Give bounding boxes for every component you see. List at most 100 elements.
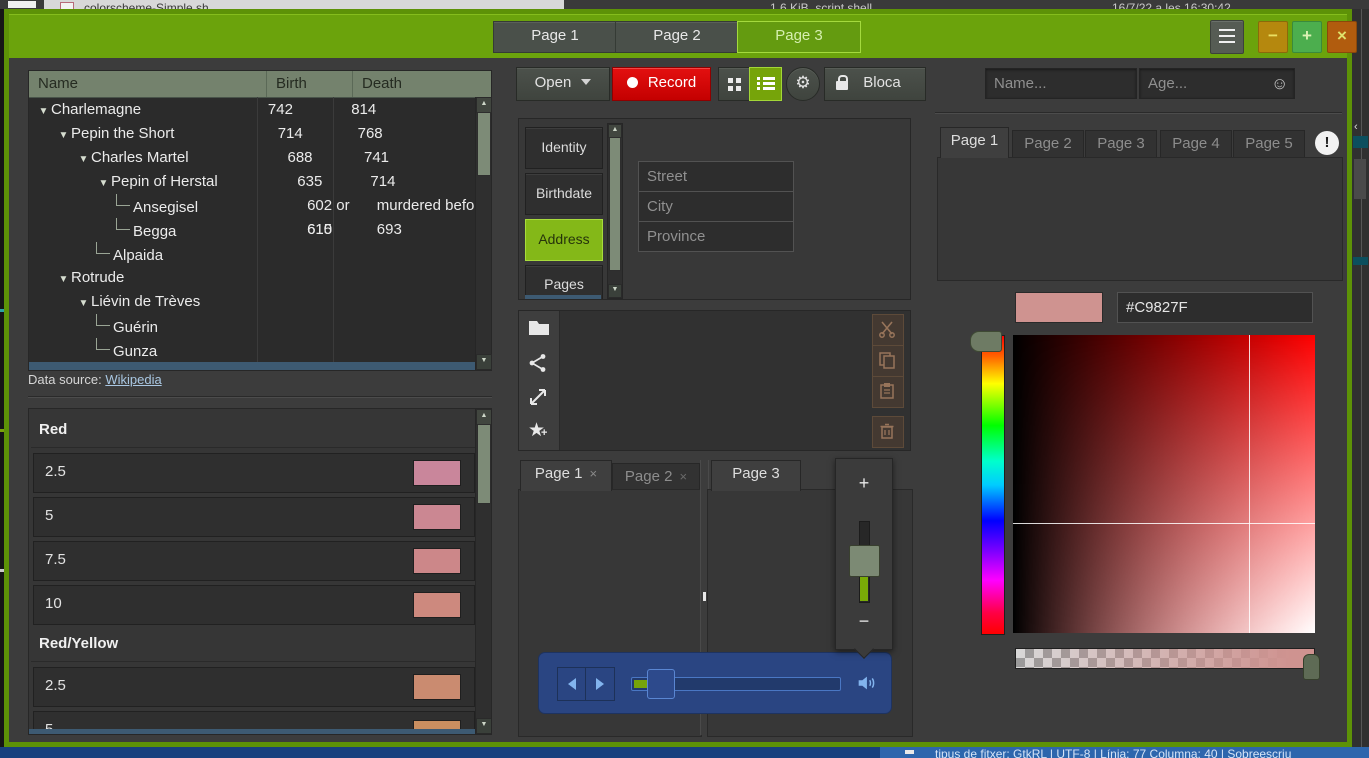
- delete-button[interactable]: [872, 416, 904, 448]
- tree-row[interactable]: ▼Rotrude: [29, 266, 491, 290]
- tree-row[interactable]: ▼Liévin de Trèves: [29, 290, 491, 314]
- share-icon[interactable]: [528, 353, 550, 375]
- next-icon: [596, 678, 604, 690]
- expander-icon[interactable]: ▼: [56, 124, 71, 146]
- expander-icon[interactable]: ▼: [76, 292, 91, 314]
- column-divider[interactable]: [333, 97, 334, 362]
- expander-icon[interactable]: ▼: [76, 148, 91, 170]
- wikipedia-link[interactable]: Wikipedia: [105, 372, 161, 387]
- alpha-slider-handle[interactable]: [1303, 654, 1320, 680]
- inspector-tab-page1[interactable]: Page 1: [940, 127, 1009, 158]
- hue-slider-handle[interactable]: [970, 331, 1002, 352]
- star-new-icon[interactable]: ★+: [528, 419, 550, 441]
- sidebar-item-identity[interactable]: Identity: [525, 127, 603, 169]
- grid-view-button[interactable]: [718, 67, 751, 101]
- splitter-handle[interactable]: [703, 592, 706, 601]
- sidebar-scrollbar[interactable]: ▲ ▼: [607, 123, 623, 299]
- inspector-tab-content: [937, 157, 1343, 281]
- status-dash: [905, 750, 914, 754]
- tab-page2[interactable]: Page 2×: [612, 463, 700, 492]
- expander-icon[interactable]: ▼: [56, 268, 71, 290]
- list-item[interactable]: 2.5: [33, 667, 475, 707]
- tree-row[interactable]: Alpaida: [29, 242, 491, 266]
- city-field[interactable]: [638, 191, 794, 222]
- volume-slider-handle[interactable]: [849, 545, 880, 577]
- sidebar-item-birthdate[interactable]: Birthdate: [525, 173, 603, 215]
- tree-row[interactable]: Gunza: [29, 338, 491, 362]
- tab-page3[interactable]: Page 3: [711, 460, 801, 491]
- scroll-up-button[interactable]: ▲: [476, 97, 492, 113]
- expander-icon[interactable]: ▼: [96, 172, 111, 194]
- list-scrollbar[interactable]: ▲ ▼: [475, 409, 491, 734]
- inspector-tab-page5[interactable]: Page 5: [1233, 130, 1305, 159]
- tree-row[interactable]: ▼Charlemagne742814: [29, 98, 491, 122]
- tab-close-icon[interactable]: ×: [679, 469, 687, 484]
- file-checkbox: [8, 1, 36, 8]
- volume-decrease-button[interactable]: −: [836, 611, 892, 632]
- column-divider[interactable]: [257, 97, 258, 362]
- gear-icon: ⚙: [795, 73, 810, 92]
- list-view-button[interactable]: [749, 67, 782, 101]
- tree-row[interactable]: Guérin: [29, 314, 491, 338]
- record-button[interactable]: Record: [612, 67, 711, 101]
- volume-icon[interactable]: [855, 672, 877, 699]
- tree-row[interactable]: ▼Pepin of Herstal635714: [29, 170, 491, 194]
- inspector-tab-page2[interactable]: Page 2: [1012, 130, 1084, 159]
- column-header-birth[interactable]: Birth: [267, 71, 353, 97]
- list-item[interactable]: 2.5: [33, 453, 475, 493]
- alpha-slider[interactable]: [1015, 648, 1315, 669]
- province-field[interactable]: [638, 221, 794, 252]
- tree-row[interactable]: Ansegisel602 or 610murdered before 679: [29, 194, 491, 218]
- expander-icon[interactable]: ▼: [36, 100, 51, 122]
- scroll-down-button[interactable]: ▼: [608, 284, 622, 298]
- saturation-value-area[interactable]: [1013, 335, 1315, 633]
- scroll-up-button[interactable]: ▲: [476, 409, 492, 425]
- header-tab-page3[interactable]: Page 3: [737, 21, 861, 53]
- warning-icon[interactable]: !: [1315, 131, 1339, 155]
- tree-row[interactable]: ▼Pepin the Short714768: [29, 122, 491, 146]
- cut-button[interactable]: [872, 314, 904, 346]
- tree-row[interactable]: Begga615693: [29, 218, 491, 242]
- hex-color-input[interactable]: [1117, 292, 1313, 323]
- tree-scrollbar[interactable]: ▲ ▼: [475, 97, 491, 370]
- previous-button[interactable]: [557, 667, 587, 701]
- scroll-up-button[interactable]: ▲: [608, 124, 622, 138]
- list-item[interactable]: 10: [33, 585, 475, 625]
- scroll-down-button[interactable]: ▼: [476, 718, 492, 734]
- inspector-tab-page4[interactable]: Page 4: [1160, 130, 1232, 159]
- name-input[interactable]: [985, 68, 1137, 99]
- tab-page1[interactable]: Page 1×: [520, 460, 612, 491]
- scrollbar-thumb[interactable]: [477, 112, 491, 176]
- next-button[interactable]: [585, 667, 615, 701]
- scroll-down-button[interactable]: ▼: [476, 354, 492, 370]
- settings-button[interactable]: ⚙: [786, 67, 820, 101]
- lock-button[interactable]: Bloca: [824, 67, 926, 101]
- volume-increase-button[interactable]: +: [836, 473, 892, 494]
- hue-slider[interactable]: [981, 335, 1005, 635]
- open-button[interactable]: Open: [516, 67, 610, 101]
- list-item[interactable]: 7.5: [33, 541, 475, 581]
- seek-slider-handle[interactable]: [647, 669, 675, 699]
- sidebar-item-address[interactable]: Address: [525, 219, 603, 261]
- tree-row[interactable]: ▼Charles Martel688741: [29, 146, 491, 170]
- maximize-button[interactable]: +: [1292, 21, 1322, 53]
- lock-icon: [836, 81, 848, 90]
- column-header-name[interactable]: Name: [29, 71, 267, 97]
- emoji-icon[interactable]: ☺: [1271, 74, 1288, 94]
- paste-button[interactable]: [872, 376, 904, 408]
- column-header-death[interactable]: Death: [353, 71, 491, 97]
- copy-button[interactable]: [872, 345, 904, 377]
- close-button[interactable]: ×: [1327, 21, 1357, 53]
- street-field[interactable]: [638, 161, 794, 192]
- tab-close-icon[interactable]: ×: [589, 466, 597, 481]
- list-item[interactable]: 5: [33, 497, 475, 537]
- menu-button[interactable]: [1210, 20, 1244, 54]
- inspector-tab-page3[interactable]: Page 3: [1085, 130, 1157, 159]
- expand-icon[interactable]: [528, 387, 550, 409]
- header-tab-page1[interactable]: Page 1: [493, 21, 617, 53]
- minimize-button[interactable]: −: [1258, 21, 1288, 53]
- scrollbar-thumb[interactable]: [477, 424, 491, 504]
- header-tab-page2[interactable]: Page 2: [615, 21, 739, 53]
- scrollbar-thumb[interactable]: [609, 137, 621, 271]
- folder-icon[interactable]: [528, 319, 550, 341]
